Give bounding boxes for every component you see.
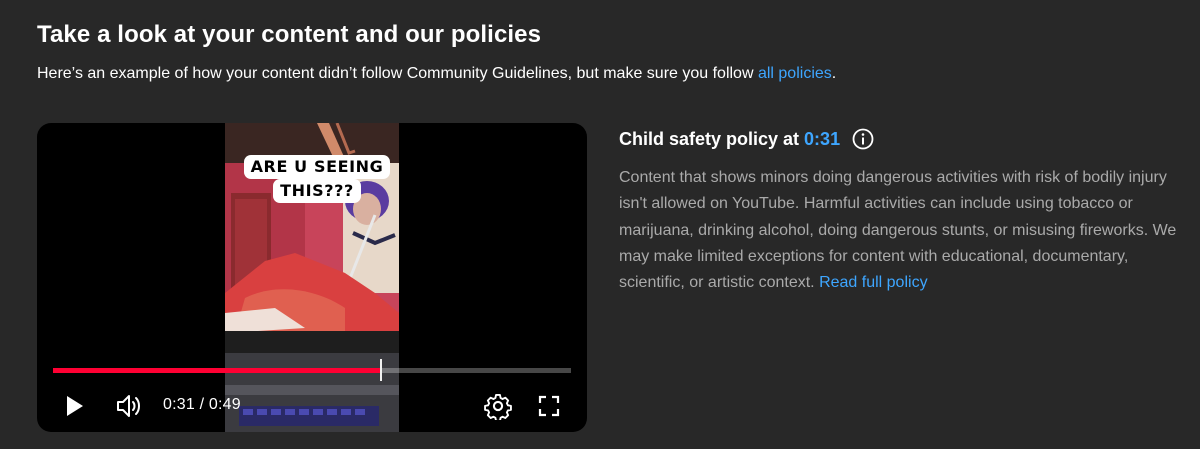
policy-review-page: Take a look at your content and our poli… bbox=[0, 0, 1200, 449]
fullscreen-button[interactable] bbox=[532, 389, 566, 423]
read-full-policy-link[interactable]: Read full policy bbox=[819, 274, 928, 291]
settings-button[interactable] bbox=[481, 389, 515, 423]
gear-icon bbox=[484, 393, 512, 420]
progress-bar-played bbox=[53, 368, 381, 373]
video-player[interactable]: ARE U SEEING THIS??? 0:31 / 0:49 bbox=[37, 123, 587, 432]
policy-timestamp-link[interactable]: 0:31 bbox=[804, 126, 840, 152]
policy-description-text: Content that shows minors doing dangerou… bbox=[619, 169, 1177, 292]
video-caption: ARE U SEEING THIS??? bbox=[242, 155, 392, 203]
progress-bar[interactable] bbox=[53, 359, 571, 381]
video-caption-line-2: THIS??? bbox=[273, 179, 361, 203]
video-caption-line-1: ARE U SEEING bbox=[243, 155, 391, 179]
subtitle-text: Here’s an example of how your content di… bbox=[37, 65, 758, 82]
time-display: 0:31 / 0:49 bbox=[163, 396, 241, 413]
play-button[interactable] bbox=[57, 391, 91, 421]
page-subtitle: Here’s an example of how your content di… bbox=[37, 63, 836, 85]
volume-button[interactable] bbox=[113, 391, 145, 421]
all-policies-link[interactable]: all policies bbox=[758, 65, 832, 82]
video-frame: ARE U SEEING THIS??? bbox=[225, 123, 399, 432]
policy-description: Content that shows minors doing dangerou… bbox=[619, 165, 1179, 296]
play-icon bbox=[67, 396, 83, 416]
info-icon[interactable] bbox=[852, 128, 874, 150]
fullscreen-icon bbox=[538, 395, 560, 417]
policy-name: Child safety policy at bbox=[619, 129, 800, 149]
policy-title: Child safety policy at 0:31 bbox=[619, 126, 874, 152]
volume-icon bbox=[117, 395, 140, 417]
progress-scrubber[interactable] bbox=[379, 359, 382, 381]
page-title: Take a look at your content and our poli… bbox=[37, 21, 542, 48]
subtitle-suffix: . bbox=[831, 65, 837, 82]
